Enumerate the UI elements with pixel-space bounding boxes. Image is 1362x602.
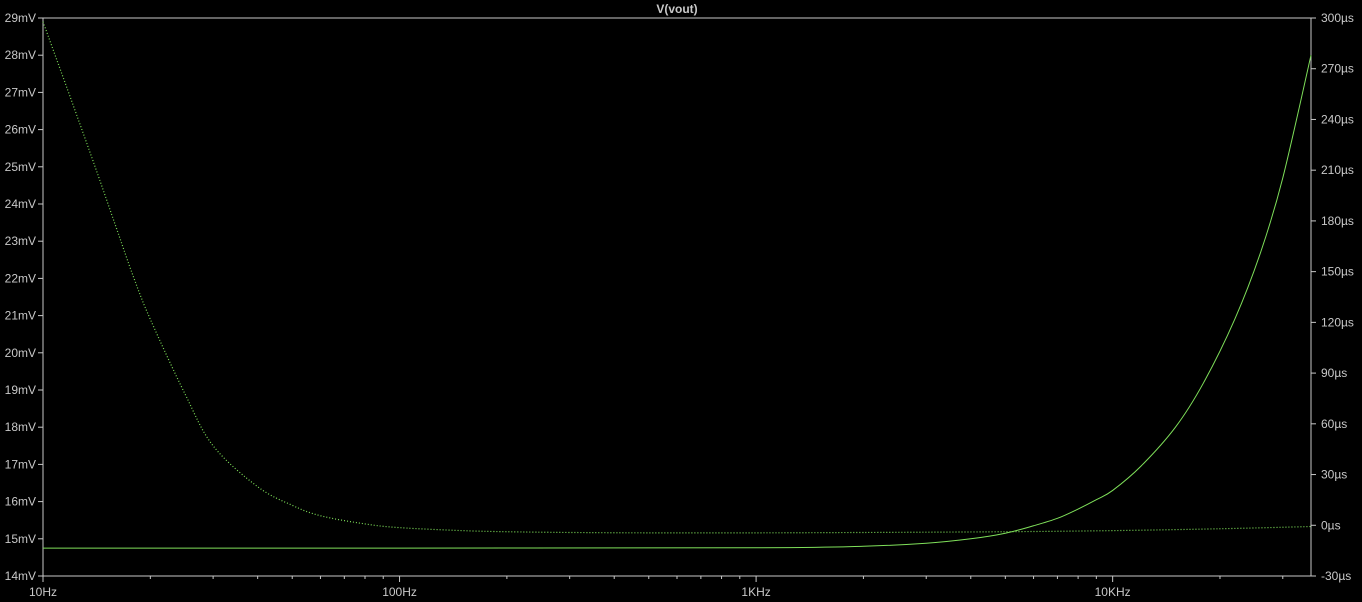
y-left-tick-label: 24mV: [5, 197, 36, 211]
y-left-tick-label: 25mV: [5, 160, 36, 174]
chart-title: V(vout): [656, 2, 697, 16]
y-left-tick-label: 18mV: [5, 420, 36, 434]
y-left-tick-label: 15mV: [5, 532, 36, 546]
y-left-tick-label: 28mV: [5, 48, 36, 62]
y-right-tick-label: 0µs: [1321, 518, 1341, 532]
y-left-tick-label: 23mV: [5, 234, 36, 248]
y-right-tick-label: 240µs: [1321, 112, 1354, 126]
y-left-tick-label: 19mV: [5, 383, 36, 397]
y-right-tick-label: 150µs: [1321, 265, 1354, 279]
y-left-tick-label: 14mV: [5, 569, 36, 583]
y-right-tick-label: 180µs: [1321, 214, 1354, 228]
y-right-tick-label: 120µs: [1321, 315, 1354, 329]
x-tick-label: 100Hz: [382, 585, 417, 599]
y-left-tick-label: 29mV: [5, 11, 36, 25]
y-right-tick-label: 300µs: [1321, 11, 1354, 25]
x-tick-label: 10KHz: [1095, 585, 1131, 599]
y-left-tick-label: 16mV: [5, 495, 36, 509]
y-right-tick-label: 210µs: [1321, 163, 1354, 177]
x-tick-label: 10Hz: [29, 585, 57, 599]
y-right-tick-label: 60µs: [1321, 417, 1347, 431]
y-right-tick-label: 90µs: [1321, 366, 1347, 380]
y-left-tick-label: 26mV: [5, 123, 36, 137]
y-right-tick-label: 30µs: [1321, 468, 1347, 482]
x-tick-label: 1KHz: [741, 585, 770, 599]
plot-background: [0, 0, 1362, 602]
y-left-tick-label: 27mV: [5, 85, 36, 99]
y-left-tick-label: 17mV: [5, 457, 36, 471]
y-right-tick-label: 270µs: [1321, 62, 1354, 76]
y-left-tick-label: 20mV: [5, 346, 36, 360]
y-left-tick-label: 21mV: [5, 309, 36, 323]
y-right-tick-label: -30µs: [1321, 569, 1351, 583]
plot-area[interactable]: V(vout) 10Hz 100Hz 1KHz 10KHz 14mV 15mV 16mV 1…: [0, 0, 1362, 602]
y-left-tick-label: 22mV: [5, 271, 36, 285]
